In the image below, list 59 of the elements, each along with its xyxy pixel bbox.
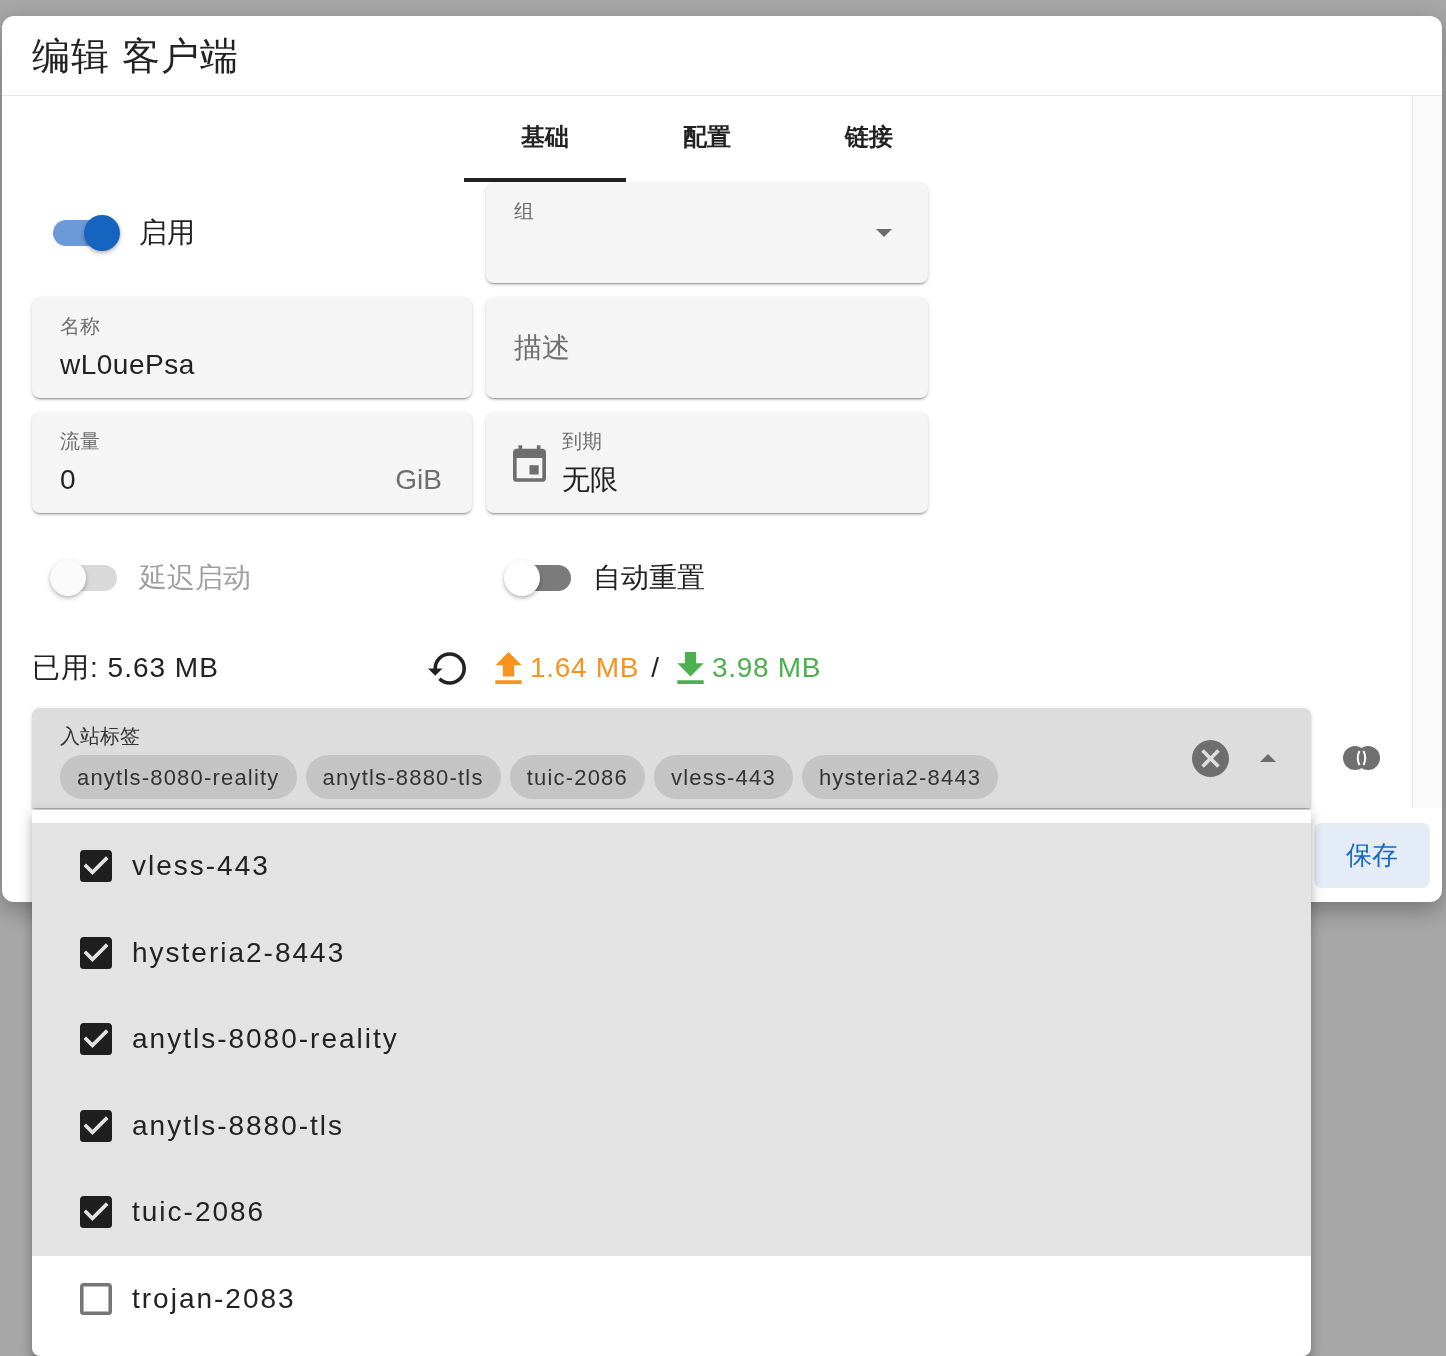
menu-option[interactable]: anytls-8080-reality: [32, 996, 1311, 1083]
field-label: 描述: [514, 331, 570, 365]
tag-chip: anytls-8880-tls: [305, 755, 501, 799]
save-button[interactable]: 保存: [1314, 823, 1430, 888]
unit-suffix: GiB: [395, 463, 442, 497]
checked-checkbox[interactable]: [80, 1023, 112, 1056]
tab[interactable]: 配置: [626, 96, 788, 182]
field-value: 无限: [562, 463, 618, 497]
text-field[interactable]: 流量 0 GiB: [32, 413, 472, 513]
field-label: 入站标签: [60, 724, 141, 748]
checked-checkbox[interactable]: [80, 850, 112, 883]
checked-checkbox[interactable]: [80, 936, 112, 969]
dropdown-caret-icon[interactable]: [876, 229, 892, 237]
overlapping-circles-icon[interactable]: [1343, 746, 1380, 770]
tab[interactable]: 链接: [788, 96, 950, 182]
text-field[interactable]: 描述: [486, 298, 928, 398]
checked-checkbox[interactable]: [80, 1196, 112, 1229]
menu-option[interactable]: trojan-2083: [32, 1255, 1311, 1342]
usage-total: 已用: 5.63 MB: [32, 651, 219, 685]
option-label: tuic-2086: [132, 1195, 266, 1230]
tag-chip: vless-443: [653, 755, 793, 799]
reset-icon[interactable]: [428, 651, 466, 685]
tag-chip: tuic-2086: [509, 755, 645, 799]
menu-option[interactable]: tuic-2086: [32, 1169, 1311, 1256]
field-label: 到期: [562, 429, 603, 453]
switch-label: 延迟启动: [139, 561, 251, 595]
tag-chip: anytls-8080-reality: [60, 755, 297, 799]
multi-select-field[interactable]: 入站标签 anytls-8080-reality anytls-8880-tls tuic-2086 vless-443 hysteria2-8443: [32, 708, 1311, 808]
field-value: 0: [60, 463, 78, 497]
date-field[interactable]: 到期 无限: [486, 413, 928, 513]
switch-label: 自动重置: [593, 561, 705, 595]
download-icon: [676, 652, 704, 684]
field-label: 名称: [60, 314, 101, 338]
calendar-icon: [513, 444, 546, 482]
separator-text: /: [651, 651, 659, 685]
collapse-caret-icon[interactable]: [1260, 754, 1276, 762]
option-label: vless-443: [132, 849, 270, 884]
download-amount: 3.98 MB: [711, 651, 822, 685]
switch-label: 启用: [139, 216, 195, 250]
select-field[interactable]: 组: [486, 183, 928, 283]
option-label: anytls-8880-tls: [132, 1108, 345, 1143]
tag-chip: hysteria2-8443: [801, 755, 999, 799]
option-label: anytls-8080-reality: [132, 1022, 399, 1057]
scrollbar-track[interactable]: [1412, 96, 1442, 808]
field-label: 组: [514, 199, 534, 223]
field-label: 流量: [60, 429, 100, 453]
unchecked-checkbox[interactable]: [80, 1282, 112, 1315]
menu-option[interactable]: hysteria2-8443: [32, 909, 1311, 996]
option-label: hysteria2-8443: [132, 935, 346, 970]
option-label: trojan-2083: [132, 1281, 296, 1316]
checked-checkbox[interactable]: [80, 1109, 112, 1142]
clear-icon[interactable]: [1192, 739, 1229, 777]
menu-option[interactable]: anytls-8880-tls: [32, 1082, 1311, 1169]
upload-amount: 1.64 MB: [530, 651, 640, 685]
field-value: wL0uePsa: [60, 348, 195, 382]
menu-option[interactable]: vless-443: [32, 823, 1311, 910]
upload-icon: [495, 652, 522, 684]
text-field[interactable]: 名称 wL0uePsa: [32, 298, 472, 398]
dialog-title: 编辑 客户端: [32, 33, 239, 78]
